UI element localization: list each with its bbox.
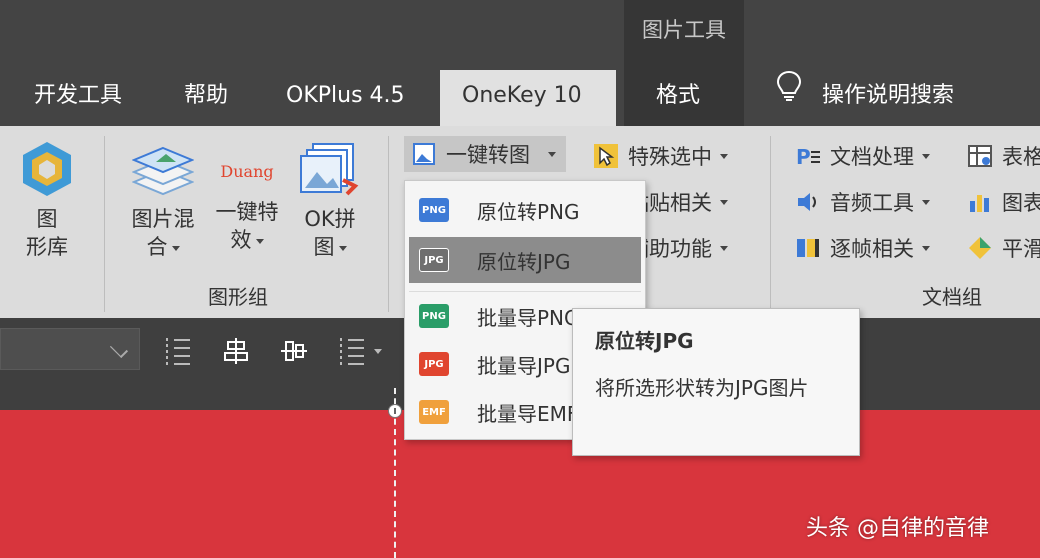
tab-format[interactable]: 格式 xyxy=(656,70,700,126)
hexagon-library-icon xyxy=(20,142,74,203)
tab-okplus[interactable]: OKPlus 4.5 xyxy=(286,70,405,126)
table-icon xyxy=(966,142,994,170)
image-collage-icon xyxy=(299,143,361,203)
rotation-handle[interactable] xyxy=(388,404,402,418)
cursor-select-icon xyxy=(592,142,620,170)
jpg-file-icon: JPG xyxy=(419,352,449,376)
svg-text:P: P xyxy=(796,145,811,169)
graphics-group-label: 图形组 xyxy=(208,285,268,309)
chevron-down-icon xyxy=(922,199,930,205)
tooltip: 原位转JPG 将所选形状转为JPG图片 xyxy=(572,308,860,456)
frame-related-button[interactable]: 逐帧相关 xyxy=(794,230,930,266)
menu-item-inplace-png[interactable]: PNG 原位转PNG xyxy=(409,187,641,233)
chevron-down-icon xyxy=(109,339,129,359)
tab-onekey[interactable]: OneKey 10 xyxy=(440,70,616,126)
frames-icon xyxy=(794,234,822,262)
tooltip-title: 原位转JPG xyxy=(595,329,694,353)
bar-chart-icon xyxy=(966,188,994,216)
layers-image-icon xyxy=(131,146,195,203)
chevron-down-icon xyxy=(922,245,930,251)
group-separator xyxy=(104,136,105,312)
chevron-down-icon xyxy=(171,245,180,251)
chevron-down-icon xyxy=(255,238,264,244)
chevron-down-icon xyxy=(922,153,930,159)
tell-me-label: 操作说明搜索 xyxy=(822,83,955,108)
image-library-button[interactable]: 图 形库 xyxy=(14,140,80,261)
align-middle-icon[interactable] xyxy=(280,336,308,366)
image-mix-button[interactable]: 图片混 合 xyxy=(122,140,204,261)
special-select-button[interactable]: 特殊选中 xyxy=(592,138,728,174)
png-file-icon: PNG xyxy=(419,304,449,328)
group-separator xyxy=(770,136,771,312)
duang-effect-icon: Duang xyxy=(220,162,274,181)
convert-image-icon xyxy=(410,140,438,168)
document-p-icon: P xyxy=(794,142,822,170)
menu-item-inplace-jpg[interactable]: JPG 原位转JPG xyxy=(409,237,641,283)
font-combo-box[interactable] xyxy=(0,328,140,370)
smooth-diamond-icon xyxy=(966,234,994,262)
lightbulb-icon xyxy=(776,70,802,122)
png-file-icon: PNG xyxy=(419,198,449,222)
tooltip-body: 将所选形状转为JPG图片 xyxy=(595,376,809,400)
align-center-icon[interactable] xyxy=(222,336,250,366)
audio-tools-button[interactable]: 音频工具 xyxy=(794,184,930,220)
distribute-vertical-icon[interactable] xyxy=(164,336,192,366)
chevron-down-icon xyxy=(720,199,728,205)
tell-me-search[interactable]: 操作说明搜索 xyxy=(776,70,954,126)
chevron-down-icon xyxy=(548,151,556,157)
jpg-file-icon: JPG xyxy=(419,248,449,272)
doc-processing-button[interactable]: P 文档处理 xyxy=(794,138,930,174)
table-button[interactable]: 表格 xyxy=(966,138,1040,174)
distribute-menu-icon[interactable] xyxy=(338,336,386,366)
chevron-down-icon xyxy=(720,153,728,159)
group-separator xyxy=(388,136,389,312)
ok-collage-button[interactable]: OK拼 图 xyxy=(292,140,368,261)
emf-file-icon: EMF xyxy=(419,400,449,424)
contextual-group-title: 图片工具 xyxy=(642,18,726,42)
one-click-convert-button[interactable]: 一键转图 xyxy=(404,136,566,172)
tab-developer[interactable]: 开发工具 xyxy=(34,70,122,126)
chevron-down-icon xyxy=(720,245,728,251)
watermark-text: 头条 @自律的音律 xyxy=(806,516,989,541)
document-group-label: 文档组 xyxy=(922,285,982,309)
speaker-icon xyxy=(794,188,822,216)
menu-separator xyxy=(409,291,641,292)
one-click-effect-button[interactable]: Duang 一键特 效 xyxy=(206,140,288,254)
smooth-button[interactable]: 平滑 xyxy=(966,230,1040,266)
chart-button[interactable]: 图表 xyxy=(966,184,1040,220)
tab-help[interactable]: 帮助 xyxy=(184,70,228,126)
chevron-down-icon xyxy=(338,245,347,251)
